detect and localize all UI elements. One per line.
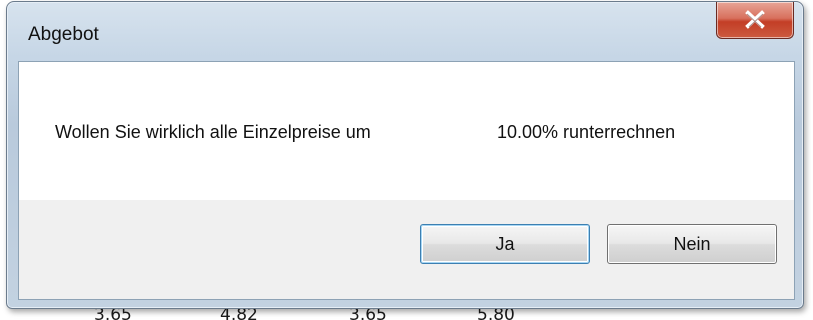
message-text: Wollen Sie wirklich alle Einzelpreise um bbox=[55, 122, 371, 142]
message-value: 10.00% runterrechnen bbox=[497, 122, 676, 142]
screen: 3.65 4.82 3.65 5.80 Abgebot Wollen Sie w… bbox=[0, 0, 813, 320]
title-bar[interactable]: Abgebot bbox=[7, 2, 803, 62]
close-button[interactable] bbox=[716, 2, 794, 39]
dialog-window: Abgebot Wollen Sie wirklich alle Einzelp… bbox=[6, 1, 804, 309]
yes-button[interactable]: Ja bbox=[420, 224, 590, 264]
window-title: Abgebot bbox=[28, 24, 99, 45]
button-panel: Ja Nein bbox=[19, 200, 794, 299]
close-icon bbox=[745, 10, 765, 29]
message-panel: Wollen Sie wirklich alle Einzelpreise um… bbox=[19, 62, 794, 200]
no-button[interactable]: Nein bbox=[607, 224, 777, 264]
dialog-client-area: Wollen Sie wirklich alle Einzelpreise um… bbox=[18, 61, 795, 300]
